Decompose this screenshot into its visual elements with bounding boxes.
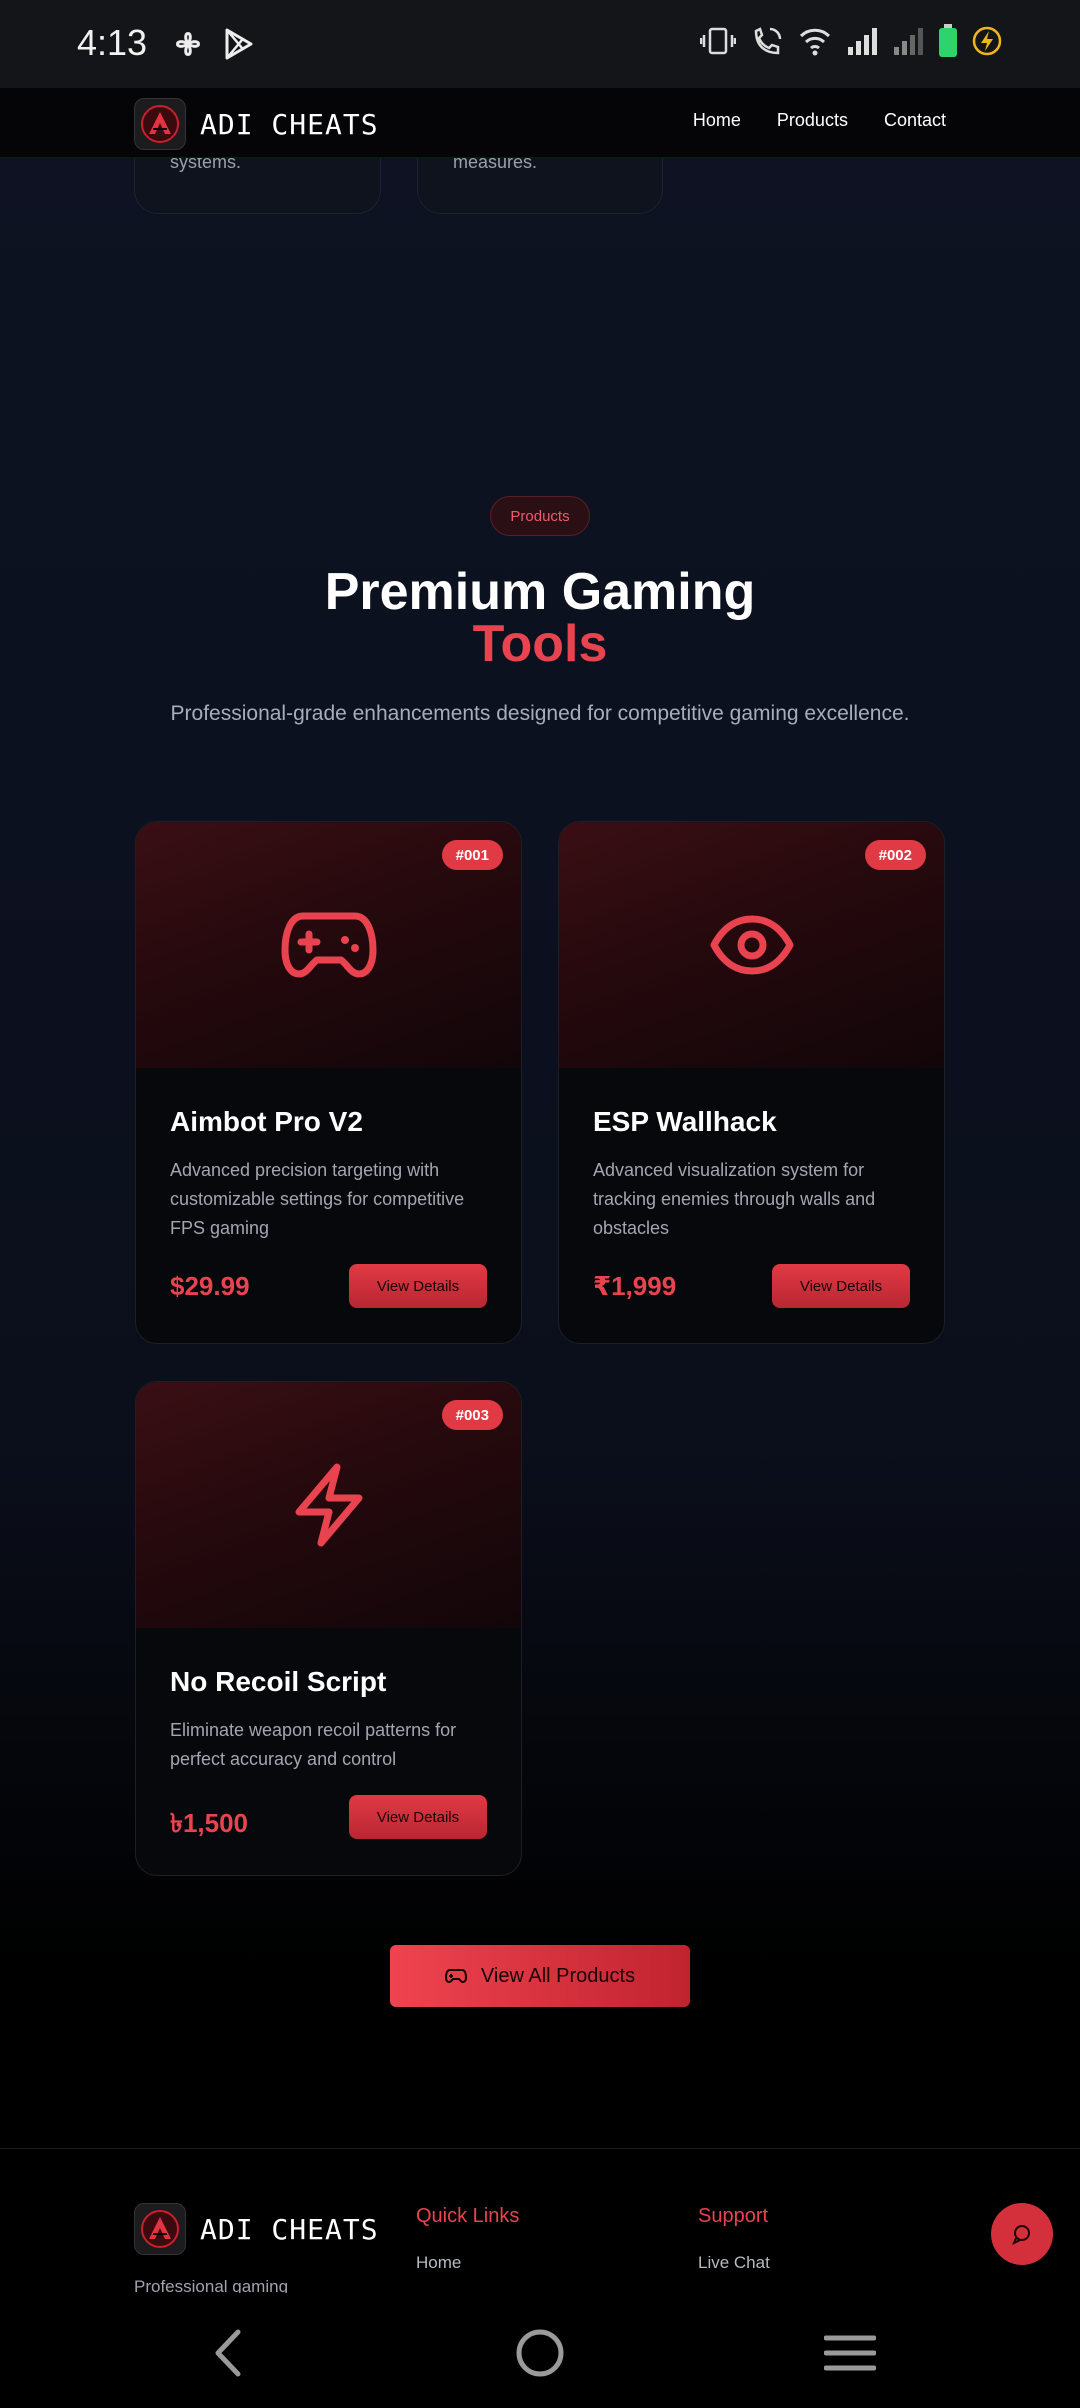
signal-icon [848, 28, 877, 55]
navbar: ADI CHEATS Home Products Contact [0, 88, 1080, 158]
product-card-body: ESP Wallhack Advanced visualization syst… [559, 1068, 944, 1243]
product-number-badge: #002 [864, 840, 926, 870]
view-details-button[interactable]: View Details [349, 1795, 487, 1839]
footer-link-home[interactable]: Home [416, 2253, 461, 2273]
footer-support-heading: Support [698, 2205, 769, 2227]
product-card-body: No Recoil Script Eliminate weapon recoil… [136, 1628, 521, 1774]
product-price: ৳1,500 [170, 1808, 249, 1838]
view-details-button[interactable]: View Details [349, 1264, 487, 1308]
view-all-products-button[interactable]: View All Products [390, 1945, 690, 2007]
status-icons [700, 24, 1002, 58]
product-price: $29.99 [170, 1271, 250, 1301]
back-button[interactable] [198, 2323, 258, 2383]
product-price: ₹1,999 [593, 1271, 677, 1301]
section-pill: Products [490, 496, 590, 536]
footer-link-live-chat[interactable]: Live Chat [698, 2253, 770, 2273]
system-navigation-bar [0, 2293, 1080, 2408]
product-number-badge: #003 [441, 1400, 503, 1430]
product-title: No Recoil Script [170, 1666, 387, 1697]
section-title-accent: Tools [472, 615, 608, 673]
chat-icon [1012, 2225, 1030, 2245]
logo-badge [134, 98, 186, 150]
footer-quick-links-heading: Quick Links [416, 2205, 520, 2227]
logo-icon [141, 2210, 179, 2248]
chat-button[interactable] [991, 2203, 1053, 2265]
wifi-call-icon [754, 27, 782, 55]
menu-icon [824, 2335, 876, 2371]
play-store-icon [225, 28, 253, 60]
footer-brand-name: ADI CHEATS [200, 2212, 379, 2246]
eye-icon [710, 915, 793, 975]
product-card-media: #003 [136, 1382, 521, 1628]
section-title: Premium Gaming [324, 563, 756, 621]
nav-link-products[interactable]: Products [777, 110, 848, 131]
gamepad-icon [281, 912, 376, 978]
nav-link-home[interactable]: Home [693, 110, 741, 131]
product-description: Advanced visualization system for tracki… [593, 1160, 876, 1238]
logo-icon [141, 105, 179, 143]
recents-button[interactable] [820, 2323, 880, 2383]
logo-badge [134, 2203, 186, 2255]
footer-brand[interactable]: ADI CHEATS [134, 2203, 379, 2255]
lightning-icon [295, 1463, 362, 1547]
product-card-body: Aimbot Pro V2 Advanced precision targeti… [136, 1068, 521, 1243]
view-all-label: View All Products [480, 1964, 636, 1987]
product-title: ESP Wallhack [593, 1106, 777, 1137]
page: 4:13 systems. measures. ADI CHEATS Home … [0, 0, 1080, 2408]
product-title: Aimbot Pro V2 [170, 1106, 363, 1137]
product-number-badge: #001 [441, 840, 503, 870]
signal-weak-icon [894, 28, 923, 55]
view-details-button[interactable]: View Details [772, 1264, 910, 1308]
product-description: Advanced precision targeting with custom… [170, 1160, 465, 1238]
product-card-media: #001 [136, 822, 521, 1068]
brand-name: ADI CHEATS [200, 107, 379, 141]
nav-link-contact[interactable]: Contact [884, 110, 946, 131]
charging-icon [972, 26, 1002, 56]
footer: ADI CHEATS Professional gaming Quick Lin… [0, 2148, 1080, 2296]
wifi-icon [799, 28, 831, 56]
battery-icon [939, 24, 957, 57]
product-card: #003 No Recoil Script Eliminate weapon r… [135, 1381, 522, 1876]
home-button[interactable] [510, 2323, 570, 2383]
product-description: Eliminate weapon recoil patterns for per… [170, 1720, 457, 1769]
section-subtitle: Professional-grade enhancements designed… [170, 702, 910, 725]
nav-links: Home Products Contact [693, 110, 946, 131]
status-bar: 4:13 [0, 0, 1080, 88]
pinwheel-icon [176, 32, 200, 56]
gamepad-icon [444, 1969, 467, 1984]
product-card: #002 ESP Wallhack Advanced visualization… [558, 821, 945, 1344]
product-card-media: #002 [559, 822, 944, 1068]
back-icon [215, 2329, 241, 2377]
vibrate-icon [700, 27, 736, 55]
brand-logo[interactable]: ADI CHEATS [134, 98, 379, 150]
product-card: #001 Aimbot Pro V2 Advanced precision ta… [135, 821, 522, 1344]
home-circle-icon [516, 2329, 564, 2377]
status-time: 4:13 [77, 22, 148, 63]
